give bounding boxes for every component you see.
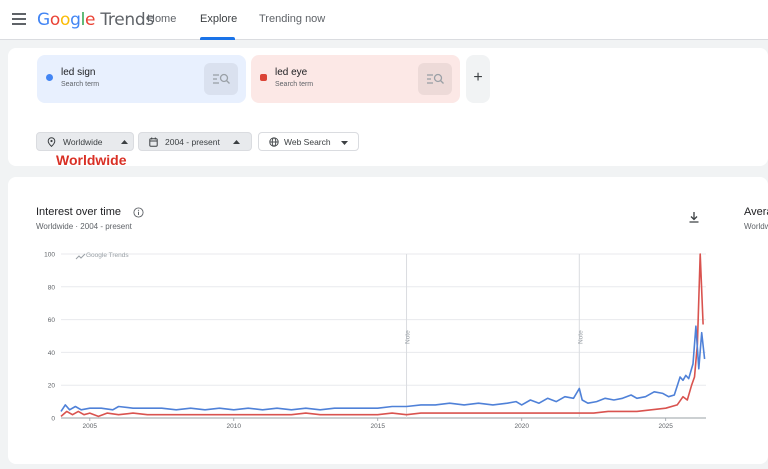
note-label: Note (577, 330, 584, 344)
search-list-icon (427, 73, 444, 84)
search-term-type: Search term (275, 81, 314, 88)
caret-down-icon (341, 141, 348, 145)
top-bar: Google Trends Home Explore Trending now (0, 0, 768, 40)
active-tab-indicator (200, 37, 235, 40)
search-list-icon (213, 73, 230, 84)
series-color-dot (46, 74, 53, 81)
logo-trends: Trends (100, 10, 154, 30)
nav-trending-now[interactable]: Trending now (259, 13, 325, 25)
caret-up-icon (233, 140, 240, 144)
time-range-filter[interactable]: 2004 - present (138, 132, 252, 151)
plus-icon: + (473, 69, 483, 86)
y-tick-label: 100 (44, 252, 55, 259)
x-tick-label: 2025 (658, 423, 673, 430)
note-label: Note (405, 330, 412, 344)
series-line-led-eye (60, 253, 704, 418)
calendar-icon (149, 137, 158, 147)
google-trends-logo[interactable]: Google Trends (37, 10, 154, 30)
region-filter-label: Worldwide (63, 137, 103, 147)
trend-watermark-icon (75, 253, 86, 260)
logo-google: Google (37, 10, 96, 30)
worldwide-annotation: Worldwide (56, 152, 127, 168)
comparison-panel: led sign Search term led eye Search term… (8, 48, 768, 168)
y-tick-label: 20 (48, 383, 56, 390)
nav-explore[interactable]: Explore (200, 13, 237, 25)
region-filter[interactable]: Worldwide (36, 132, 134, 151)
search-term-name: led sign (61, 67, 96, 78)
refine-search-button[interactable] (418, 63, 452, 95)
search-term-type: Search term (61, 81, 100, 88)
x-tick-label: 2010 (227, 423, 242, 430)
y-tick-label: 60 (48, 317, 56, 324)
add-comparison-button[interactable]: + (466, 55, 490, 103)
x-tick-label: 2020 (514, 423, 529, 430)
location-pin-icon (47, 137, 56, 147)
series-line-led-sign (60, 325, 706, 412)
search-term-card-led-sign[interactable]: led sign Search term (37, 55, 246, 103)
menu-icon[interactable] (12, 13, 26, 25)
y-tick-label: 80 (48, 284, 56, 291)
x-tick-label: 2015 (371, 423, 386, 430)
refine-search-button[interactable] (204, 63, 238, 95)
series-color-dot (260, 74, 267, 81)
interest-over-time-panel: Interest over time Worldwide · 2004 - pr… (8, 177, 768, 464)
search-property-filter-label: Web Search (284, 137, 331, 147)
nav-home[interactable]: Home (147, 13, 176, 25)
x-tick-label: 2005 (83, 423, 98, 430)
caret-up-icon (121, 140, 128, 144)
globe-icon (269, 137, 279, 147)
search-term-name: led eye (275, 67, 308, 78)
interest-line-chart: 0 20 40 60 80 100 2005 2010 2015 2020 2025 Note Note… (44, 252, 706, 430)
y-tick-label: 0 (51, 416, 55, 423)
chart-watermark: Google Trends (86, 252, 129, 259)
search-property-filter[interactable]: Web Search (258, 132, 359, 151)
y-tick-label: 40 (48, 350, 56, 357)
search-term-card-led-eye[interactable]: led eye Search term (251, 55, 460, 103)
time-range-filter-label: 2004 - present (165, 137, 220, 147)
